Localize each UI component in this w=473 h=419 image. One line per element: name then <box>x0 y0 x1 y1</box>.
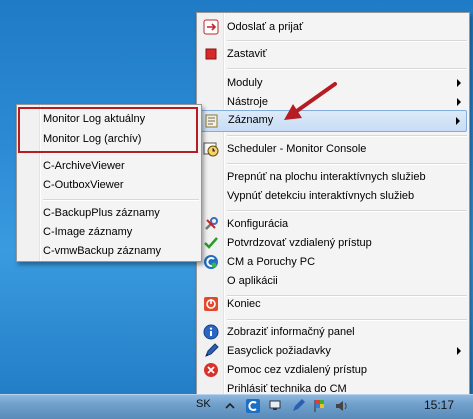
menu-separator <box>227 40 467 42</box>
flag-icon[interactable] <box>312 398 328 414</box>
checkmark-icon <box>204 237 218 249</box>
tools-icon <box>205 217 218 230</box>
annotation-arrow-icon <box>284 82 337 120</box>
menu-item-label: C-ArchiveViewer <box>43 160 125 172</box>
menu-item-cm-faults[interactable]: CM a Poruchy PC <box>199 252 467 272</box>
menu-item-disable-detection[interactable]: Vypnúť detekciu interaktívnych služieb <box>199 186 467 206</box>
menu-item-configuration[interactable]: Konfigurácia <box>199 214 467 234</box>
menu-item-stop[interactable]: Zastaviť <box>199 44 467 64</box>
menu-separator <box>43 199 199 201</box>
menu-item-label: Potvrdzovať vzdialený prístup <box>227 237 372 249</box>
menu-item-label: CM a Poruchy PC <box>227 256 316 268</box>
menu-item-label: C-OutboxViewer <box>43 179 124 191</box>
system-clock[interactable]: 15:17 <box>424 398 454 412</box>
menu-separator <box>227 163 467 165</box>
menu-item-label: Pomoc cez vzdialený prístup <box>227 364 368 376</box>
network-icon[interactable] <box>268 398 284 414</box>
menu-item-label: Scheduler - Monitor Console <box>227 143 367 155</box>
submenu-arrow-icon <box>457 347 461 355</box>
info-icon <box>203 324 219 340</box>
stop-icon <box>205 48 217 60</box>
menu-item-send-receive[interactable]: Odoslať a prijať <box>199 17 467 37</box>
send-receive-icon <box>203 19 219 35</box>
menu-item-switch-desktop[interactable]: Prepnúť na plochu interaktívnych služieb <box>199 167 467 187</box>
menu-item-about[interactable]: O aplikácii <box>199 271 467 291</box>
menu-item-easyclick[interactable]: Easyclick požiadavky <box>199 341 467 361</box>
submenu-item-backupplus[interactable]: C-BackupPlus záznamy <box>19 203 199 223</box>
menu-item-label: Nástroje <box>227 96 268 108</box>
menu-item-label: C-vmwBackup záznamy <box>43 245 161 257</box>
cm-icon <box>204 255 218 269</box>
pen-icon <box>205 343 219 357</box>
menu-item-label: Easyclick požiadavky <box>227 345 331 357</box>
menu-item-label: Zobraziť informačný panel <box>227 326 355 338</box>
submenu-item-image[interactable]: C-Image záznamy <box>19 222 199 242</box>
menu-item-label: Odoslať a prijať <box>227 21 304 33</box>
menu-separator <box>227 135 467 137</box>
submenu-arrow-icon <box>457 98 461 106</box>
language-indicator[interactable]: SK <box>196 398 211 410</box>
menu-item-label: C-BackupPlus záznamy <box>43 207 160 219</box>
menu-item-label: Prepnúť na plochu interaktívnych služieb <box>227 171 426 183</box>
submenu-item-outbox-viewer[interactable]: C-OutboxViewer <box>19 175 199 195</box>
menu-item-label: Záznamy <box>228 114 274 126</box>
scheduler-icon <box>203 142 219 157</box>
annotation-highlight-box <box>18 107 198 153</box>
menu-item-label: Zastaviť <box>227 48 267 60</box>
menu-item-confirm-remote[interactable]: Potvrdzovať vzdialený prístup <box>199 233 467 253</box>
menu-separator <box>227 319 467 321</box>
menu-item-exit[interactable]: Koniec <box>199 294 467 314</box>
tray-context-menu: Odoslať a prijať Zastaviť Moduly Nástroj… <box>196 12 470 404</box>
submenu-item-vmwbackup[interactable]: C-vmwBackup záznamy <box>19 241 199 261</box>
menu-item-label: O aplikácii <box>227 275 278 287</box>
submenu-arrow-icon <box>456 117 460 125</box>
volume-icon[interactable] <box>334 398 350 414</box>
menu-item-info-panel[interactable]: Zobraziť informačný panel <box>199 322 467 342</box>
pen-tray-icon[interactable] <box>290 398 306 414</box>
help-icon <box>204 363 218 377</box>
menu-item-label: Koniec <box>227 298 261 310</box>
app-tray-icon[interactable] <box>245 398 261 414</box>
menu-separator <box>227 68 467 70</box>
chevron-up-icon[interactable] <box>222 398 238 414</box>
menu-item-label: Vypnúť detekciu interaktívnych služieb <box>227 190 415 202</box>
exit-icon <box>204 297 218 311</box>
menu-item-scheduler[interactable]: Scheduler - Monitor Console <box>199 139 467 159</box>
submenu-arrow-icon <box>457 79 461 87</box>
menu-item-remote-help[interactable]: Pomoc cez vzdialený prístup <box>199 360 467 380</box>
menu-item-label: Konfigurácia <box>227 218 289 230</box>
taskbar: SK 15:17 <box>0 394 473 419</box>
menu-item-label: C-Image záznamy <box>43 226 133 238</box>
menu-separator <box>227 210 467 212</box>
menu-item-label: Moduly <box>227 77 263 89</box>
records-icon <box>205 114 218 128</box>
submenu-item-archive-viewer[interactable]: C-ArchiveViewer <box>19 156 199 176</box>
